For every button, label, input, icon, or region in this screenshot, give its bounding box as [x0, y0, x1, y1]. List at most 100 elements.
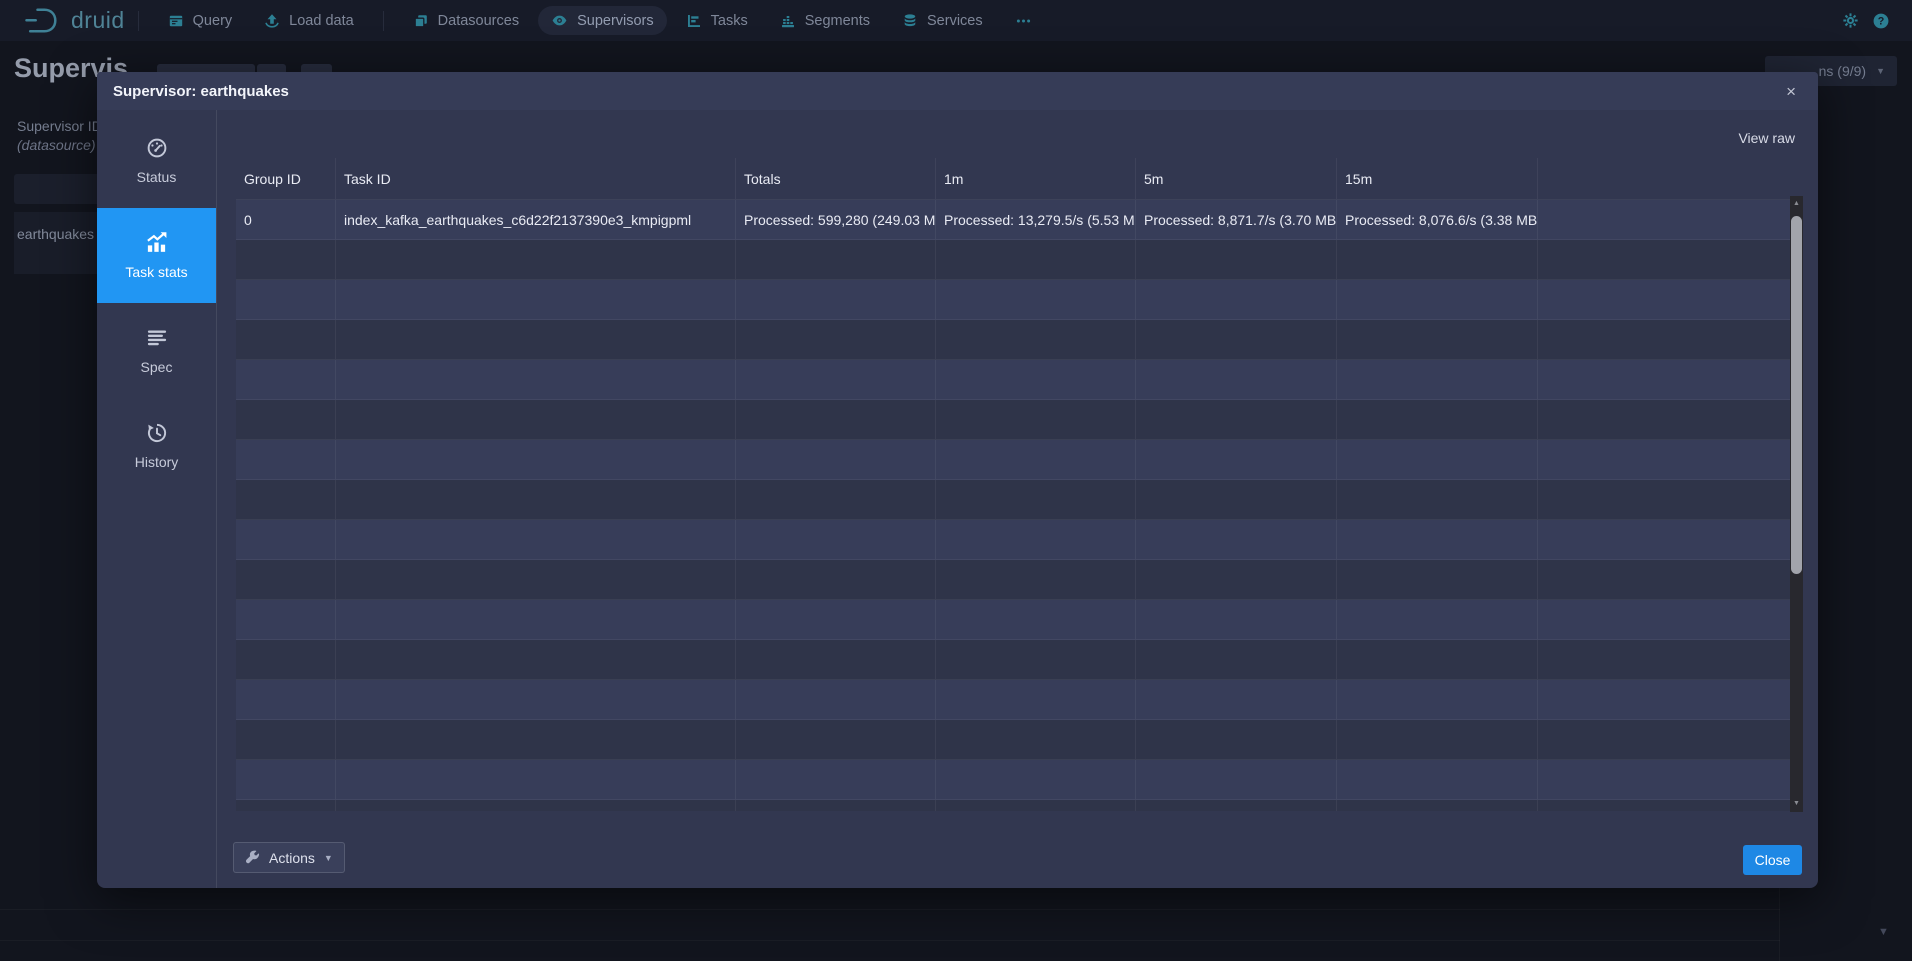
tab-label: Status — [137, 169, 177, 185]
table-cell: Processed: 599,280 (249.03 MB) — [736, 200, 936, 240]
table-row-empty — [236, 560, 1790, 600]
datasources-icon — [413, 13, 429, 29]
table-cell — [736, 520, 936, 560]
caret-down-icon: ▼ — [1878, 926, 1889, 938]
scroll-up-icon[interactable]: ▲ — [1790, 196, 1803, 210]
column-header: Task ID — [336, 158, 736, 200]
upload-icon — [264, 13, 280, 29]
table-cell: Processed: 8,076.6/s (3.38 MB/s) — [1337, 200, 1538, 240]
table-cell — [1538, 760, 1790, 800]
table-cell — [236, 600, 336, 640]
dialog-body: Status Task statsSpecHistory View raw Gro… — [97, 110, 1818, 888]
table-cell: Processed: 13,279.5/s (5.53 MB/s) — [936, 200, 1136, 240]
table-cell — [936, 240, 1136, 280]
table-row[interactable]: 0index_kafka_earthquakes_c6d22f2137390e3… — [236, 200, 1790, 240]
table-cell — [1136, 400, 1337, 440]
table-cell — [736, 480, 936, 520]
actions-button[interactable]: Actions ▼ — [233, 842, 345, 873]
table-cell — [1538, 800, 1790, 811]
table-cell — [236, 800, 336, 811]
table-cell — [236, 720, 336, 760]
segments-icon — [780, 13, 796, 29]
table-cell — [1136, 360, 1337, 400]
table-cell — [336, 280, 736, 320]
table-cell — [1337, 760, 1538, 800]
table-cell — [1337, 800, 1538, 811]
table-cell — [1337, 240, 1538, 280]
help-icon[interactable]: ? — [1872, 12, 1890, 30]
dialog-content: View raw Group IDTask IDTotals1m5m15m0in… — [217, 110, 1818, 888]
nav-item-datasources[interactable]: Datasources — [400, 7, 532, 35]
druid-logo[interactable]: druid — [24, 7, 125, 34]
nav-item-more[interactable] — [1002, 7, 1045, 35]
table-cell — [936, 520, 1136, 560]
column-header — [1538, 158, 1790, 200]
close-icon[interactable]: × — [1780, 81, 1802, 102]
table-row-empty — [236, 280, 1790, 320]
column-header: 15m — [1337, 158, 1538, 200]
table-cell — [336, 360, 736, 400]
nav-item-label: Supervisors — [577, 13, 654, 29]
nav-divider — [138, 11, 139, 31]
table-cell — [336, 440, 736, 480]
table-cell — [936, 440, 1136, 480]
table-cell — [1136, 560, 1337, 600]
tab-history[interactable]: History — [97, 398, 216, 493]
table-row-empty — [236, 440, 1790, 480]
actions-button-label: Actions — [269, 850, 315, 866]
close-button[interactable]: Close — [1743, 845, 1802, 875]
table-cell — [736, 440, 936, 480]
top-nav: druid Query Load data Datasources Superviso… — [0, 0, 1912, 41]
nav-right-icons: ? — [1842, 0, 1890, 41]
table-cell — [1337, 560, 1538, 600]
table-cell — [1136, 720, 1337, 760]
table-cell — [236, 240, 336, 280]
table-cell — [1337, 480, 1538, 520]
application-icon — [168, 13, 184, 29]
table-cell — [1337, 520, 1538, 560]
brand-name: druid — [71, 7, 125, 34]
nav-item-segments[interactable]: Segments — [767, 7, 883, 35]
view-raw-link[interactable]: View raw — [1738, 130, 1795, 146]
nav-item-supervisors[interactable]: Supervisors — [538, 6, 667, 35]
nav-items: Query Load data Datasources Supervisors Task… — [125, 6, 1048, 35]
table-cell — [1136, 280, 1337, 320]
svg-text:?: ? — [1878, 15, 1885, 27]
services-icon — [902, 13, 918, 29]
scroll-down-icon[interactable]: ▼ — [1790, 796, 1803, 810]
table-cell — [736, 600, 936, 640]
table-cell — [336, 720, 736, 760]
gear-icon[interactable] — [1842, 12, 1859, 29]
tab-task-stats[interactable]: Task stats — [97, 208, 216, 303]
table-cell — [236, 360, 336, 400]
nav-item-query[interactable]: Query — [155, 7, 246, 35]
tab-status[interactable]: Status — [97, 113, 216, 208]
nav-item-services[interactable]: Services — [889, 7, 996, 35]
table-cell — [336, 760, 736, 800]
task-stats-table: Group IDTask IDTotals1m5m15m0index_kafka… — [236, 158, 1790, 811]
nav-item-label: Query — [193, 13, 233, 29]
column-header: Group ID — [236, 158, 336, 200]
table-cell — [1538, 280, 1790, 320]
nav-item-tasks[interactable]: Tasks — [673, 7, 761, 35]
table-cell — [1136, 760, 1337, 800]
table-cell — [1136, 320, 1337, 360]
table-row-empty — [236, 640, 1790, 680]
caret-down-icon: ▼ — [1876, 66, 1885, 76]
nav-item-label: Segments — [805, 13, 870, 29]
table-cell — [736, 360, 936, 400]
background-grid-line — [1779, 888, 1780, 961]
vertical-scrollbar[interactable]: ▲ ▼ — [1790, 196, 1803, 812]
table-cell — [736, 680, 936, 720]
table-cell — [736, 560, 936, 600]
table-row-empty — [236, 720, 1790, 760]
table-cell — [1538, 440, 1790, 480]
scrollbar-thumb[interactable] — [1791, 216, 1802, 574]
table-row-empty — [236, 400, 1790, 440]
table-cell — [1538, 680, 1790, 720]
column-header: Totals — [736, 158, 936, 200]
table-cell — [736, 800, 936, 811]
table-cell — [336, 640, 736, 680]
nav-item-load-data[interactable]: Load data — [251, 7, 367, 35]
tab-spec[interactable]: Spec — [97, 303, 216, 398]
